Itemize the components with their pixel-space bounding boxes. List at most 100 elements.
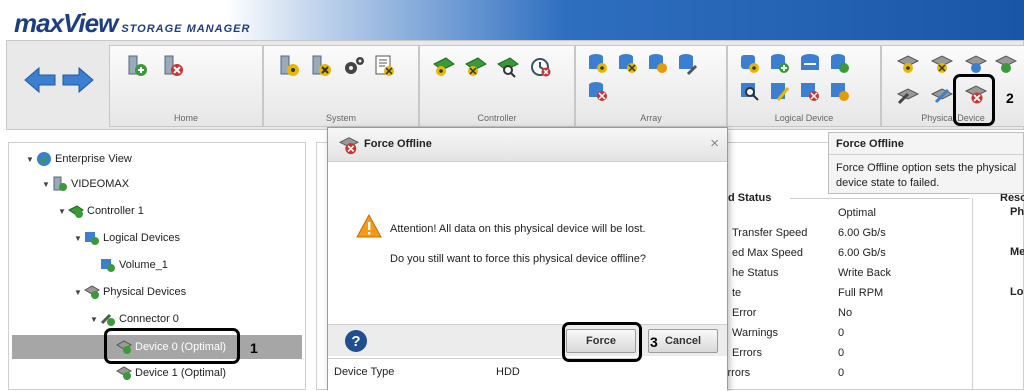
tree-node-label: Logical Devices xyxy=(103,232,181,244)
logical-delete-icon[interactable] xyxy=(798,80,822,104)
enterprise-icon xyxy=(37,152,51,166)
prop-value: 0 xyxy=(838,347,845,359)
physical-info-icon[interactable] xyxy=(994,52,1018,76)
logical-sync-icon[interactable] xyxy=(798,52,822,76)
tree-node-physical-devices[interactable]: ▼ Physical Devices xyxy=(74,283,186,301)
group-label-home: Home xyxy=(173,113,198,123)
callout-box-1 xyxy=(104,328,240,364)
array-tools-icon[interactable] xyxy=(616,52,640,76)
logical-add-icon[interactable] xyxy=(768,52,792,76)
controller-tools-icon[interactable] xyxy=(464,54,488,78)
prop-key: Transfer Speed xyxy=(732,227,808,239)
toolbar-group-controller: Controller xyxy=(419,45,575,127)
prop-value: Write Back xyxy=(838,267,891,279)
tree-node-label: Connector 0 xyxy=(119,313,179,325)
edit-log-icon[interactable] xyxy=(372,54,396,78)
group-label-logical-device: Logical Device xyxy=(774,113,834,123)
expand-toggle-icon[interactable]: ▼ xyxy=(90,315,100,324)
prop-value: 0 xyxy=(838,327,845,339)
status-section-header: d Status xyxy=(728,192,772,204)
tree-node-label: VIDEOMAX xyxy=(71,178,130,190)
tree-node-logical-devices[interactable]: ▼ Logical Devices xyxy=(74,229,180,247)
tree-node-label: Physical Devices xyxy=(103,286,187,298)
prop-value: No xyxy=(838,307,853,319)
tree-node-enterprise-view[interactable]: ▼ Enterprise View xyxy=(26,150,132,168)
physical-devices-icon xyxy=(84,285,100,299)
physical-status-icon[interactable] xyxy=(964,52,988,76)
controller-schedule-icon[interactable] xyxy=(528,54,552,78)
help-icon[interactable]: ? xyxy=(344,329,368,353)
physical-settings-icon[interactable] xyxy=(896,52,920,76)
tree-node-device-1[interactable]: Device 1 (Optimal) xyxy=(116,364,226,382)
toolbar-group-array: Array xyxy=(575,45,727,127)
svg-text:?: ? xyxy=(351,333,360,350)
physical-repair-icon[interactable] xyxy=(896,82,920,106)
array-repair-icon[interactable] xyxy=(676,52,700,76)
logical-settings-icon[interactable] xyxy=(738,52,762,76)
tree-node-videomax[interactable]: ▼ VIDEOMAX xyxy=(42,175,129,193)
callout-box-3 xyxy=(562,322,642,362)
toolbar: Home System Controller Array Logical Dev… xyxy=(6,40,1024,130)
expand-toggle-icon[interactable]: ▼ xyxy=(74,288,84,297)
callout-number-2: 2 xyxy=(1006,90,1014,106)
logical-status-icon[interactable] xyxy=(828,52,852,76)
logical-edit-icon[interactable] xyxy=(768,80,792,104)
add-system-icon[interactable] xyxy=(126,54,150,78)
back-arrow-icon[interactable] xyxy=(23,65,57,95)
prop-key: Warnings xyxy=(732,327,779,339)
tree-node-controller-1[interactable]: ▼ Controller 1 xyxy=(58,202,144,220)
toolbar-group-logical-device: Logical Device xyxy=(727,45,881,127)
force-offline-dialog: Force Offline × Attention! All data on t… xyxy=(327,127,728,391)
side-label: Ph xyxy=(1010,206,1024,218)
system-icon xyxy=(53,176,67,191)
volume-icon xyxy=(101,259,115,272)
tree-node-volume-1[interactable]: Volume_1 xyxy=(100,256,168,274)
confirmation-question: Do you still want to force this physical… xyxy=(390,253,646,265)
expand-toggle-icon[interactable]: ▼ xyxy=(42,180,52,189)
expand-toggle-icon[interactable]: ▼ xyxy=(26,155,36,164)
prop-key: ed Max Speed xyxy=(732,247,803,259)
prop-key: Error xyxy=(732,307,757,319)
controller-search-icon[interactable] xyxy=(496,54,520,78)
gears-icon[interactable] xyxy=(342,54,366,78)
expand-toggle-icon[interactable]: ▼ xyxy=(58,207,68,216)
status-header-line xyxy=(790,198,970,199)
logical-power-icon[interactable] xyxy=(828,80,852,104)
prop-value: Full RPM xyxy=(838,287,884,299)
forward-arrow-icon[interactable] xyxy=(61,65,95,95)
toolbar-group-home: Home xyxy=(109,45,263,127)
logical-search-icon[interactable] xyxy=(738,80,762,104)
close-icon[interactable]: × xyxy=(710,135,719,152)
tree-node-connector-0[interactable]: ▼ Connector 0 xyxy=(90,310,179,328)
callout-number-1: 1 xyxy=(250,340,258,356)
side-label: Lo xyxy=(1010,286,1024,298)
system-tools-icon[interactable] xyxy=(310,54,334,78)
prop-key: te xyxy=(732,287,742,299)
force-offline-icon xyxy=(338,137,360,155)
system-settings-icon[interactable] xyxy=(278,54,302,78)
tooltip-body: Force Offline option sets the physical d… xyxy=(836,162,1017,189)
controller-settings-icon[interactable] xyxy=(432,54,456,78)
tooltip-divider xyxy=(829,154,1023,155)
physical-device-icon xyxy=(116,366,132,380)
prop-value: 6.00 Gb/s xyxy=(838,247,886,259)
prop-value: HDD xyxy=(496,366,520,378)
group-label-array: Array xyxy=(640,113,662,123)
expand-toggle-icon[interactable]: ▼ xyxy=(74,234,84,243)
prop-key: he Status xyxy=(732,267,779,279)
dialog-body: Attention! All data on this physical dev… xyxy=(328,162,727,324)
remove-system-icon[interactable] xyxy=(162,54,186,78)
array-power-icon[interactable] xyxy=(646,52,670,76)
callout-box-2 xyxy=(953,74,995,126)
prop-key: Device Type xyxy=(334,366,395,378)
array-delete-icon[interactable] xyxy=(586,80,610,104)
cancel-button[interactable]: Cancel xyxy=(648,329,718,353)
physical-tools-icon[interactable] xyxy=(930,52,954,76)
dialog-titlebar[interactable]: Force Offline × xyxy=(328,128,727,162)
warning-icon xyxy=(356,214,382,238)
array-settings-icon[interactable] xyxy=(586,52,610,76)
tree-node-label: Enterprise View xyxy=(55,153,132,165)
physical-erase-icon[interactable] xyxy=(930,82,954,106)
status-box-right-border xyxy=(972,198,973,390)
connector-icon xyxy=(100,313,115,326)
